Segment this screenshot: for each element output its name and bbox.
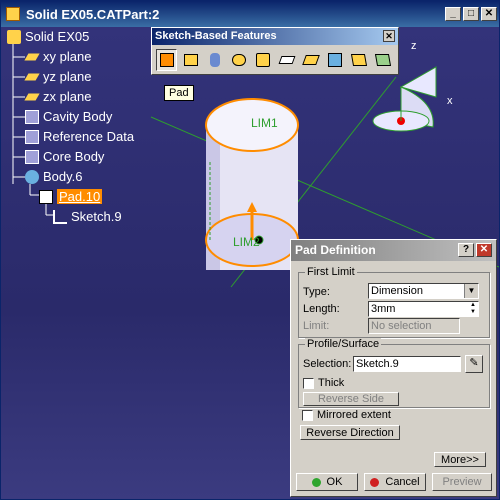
cancel-button[interactable]: Cancel	[364, 473, 426, 491]
first-limit-label: First Limit	[305, 266, 357, 278]
profile-surface-group: Profile/Surface Selection: Sketch.9 ✎ Th…	[298, 338, 490, 408]
tree-item-core-body[interactable]: Core Body	[25, 149, 104, 164]
rib-icon[interactable]	[276, 49, 297, 71]
sketcher-icon[interactable]: ✎	[465, 355, 483, 373]
type-value: Dimension	[371, 285, 423, 297]
reverse-side-button: Reverse Side	[303, 392, 399, 406]
ok-icon	[311, 477, 321, 487]
chevron-down-icon[interactable]: ▼	[464, 284, 478, 298]
close-button[interactable]: ✕	[481, 7, 497, 21]
tree-item-label: Body.6	[43, 169, 83, 184]
plane-icon	[24, 73, 40, 80]
length-value: 3mm	[371, 303, 396, 315]
ok-button[interactable]: OK	[296, 473, 358, 491]
length-field[interactable]: 3mm ▲ ▼	[368, 301, 479, 317]
shaft-icon[interactable]	[204, 49, 225, 71]
tree-item-body-6[interactable]: Body.6	[25, 169, 83, 184]
loft-icon[interactable]	[349, 49, 370, 71]
tree-item-xy-plane[interactable]: xy plane	[24, 49, 92, 64]
lim2-label[interactable]: LIM2	[233, 235, 260, 249]
window-title: Solid EX05.CATPart:2	[26, 6, 160, 22]
tree-item-reference-data[interactable]: Reference Data	[25, 129, 134, 144]
toolbar-icons	[152, 45, 398, 75]
catpart-icon	[6, 7, 20, 21]
body-icon	[25, 129, 39, 144]
tree-item-label: xy plane	[43, 49, 92, 64]
preview-button: Preview	[432, 473, 492, 491]
tree-item-label: yz plane	[43, 69, 92, 84]
tree-item-yz-plane[interactable]: yz plane	[24, 69, 92, 84]
toolbar-titlebar[interactable]: Sketch-Based Features ✕	[152, 28, 398, 45]
cancel-icon	[370, 477, 380, 487]
maximize-button[interactable]: □	[463, 7, 479, 21]
limit-field: No selection	[368, 318, 460, 334]
tree-item-label: Sketch.9	[71, 209, 122, 224]
mirrored-extent-label: Mirrored extent	[317, 409, 391, 421]
dialog-title: Pad Definition	[295, 243, 376, 257]
tree-item-pad-10[interactable]: Pad.10	[39, 189, 103, 204]
pad-icon	[39, 189, 53, 204]
sketch-icon	[53, 209, 67, 224]
tree-item-zx-plane[interactable]: zx plane	[24, 89, 92, 104]
stiffener-icon[interactable]	[325, 49, 346, 71]
pad-icon[interactable]	[156, 49, 178, 71]
body-icon	[25, 149, 39, 164]
catia-window: Solid EX05.CATPart:2 _ □ ✕ z x LIM1 LIM2…	[0, 0, 500, 500]
tree-item-cavity-body[interactable]: Cavity Body	[25, 109, 112, 124]
limit-label: Limit:	[303, 320, 330, 332]
thick-checkbox[interactable]	[303, 378, 314, 389]
dialog-titlebar[interactable]: Pad Definition ? ✕	[291, 240, 496, 261]
mirrored-extent-checkbox[interactable]	[302, 410, 313, 421]
plane-icon	[24, 53, 40, 60]
pad-tooltip: Pad	[164, 85, 194, 101]
axis-x-label: x	[447, 95, 453, 107]
part-icon	[7, 29, 21, 44]
tree-root[interactable]: Solid EX05	[7, 29, 89, 44]
pocket-icon[interactable]	[180, 49, 201, 71]
plane-icon	[24, 93, 40, 100]
toolbar-close-button[interactable]: ✕	[383, 30, 395, 42]
toolbar-title: Sketch-Based Features	[155, 30, 277, 42]
tree-item-label: Core Body	[43, 149, 105, 164]
ok-label: OK	[326, 476, 343, 488]
profile-surface-label: Profile/Surface	[305, 338, 382, 350]
window-titlebar[interactable]: Solid EX05.CATPart:2 _ □ ✕	[1, 1, 499, 27]
length-spinner[interactable]: ▲ ▼	[468, 302, 478, 316]
remove-loft-icon[interactable]	[373, 49, 394, 71]
selection-field[interactable]: Sketch.9	[353, 356, 461, 372]
first-limit-group: First Limit Type: Dimension ▼ Length: 3m…	[298, 266, 490, 338]
pad-definition-dialog: Pad Definition ? ✕ First Limit Type: Dim…	[290, 239, 497, 497]
lim1-label[interactable]: LIM1	[251, 116, 278, 130]
selection-label: Selection:	[303, 358, 352, 370]
type-select[interactable]: Dimension ▼	[368, 283, 479, 299]
tree-item-label: Reference Data	[43, 129, 135, 144]
tree-root-label: Solid EX05	[25, 29, 90, 44]
cancel-label: Cancel	[385, 476, 420, 488]
body-icon	[25, 109, 39, 124]
length-label: Length:	[303, 303, 340, 315]
body-gear-icon	[25, 169, 39, 184]
slot-icon[interactable]	[301, 49, 322, 71]
groove-icon[interactable]	[228, 49, 249, 71]
tree-item-label: Pad.10	[57, 189, 103, 204]
more-button[interactable]: More>>	[434, 452, 486, 467]
dialog-close-button[interactable]: ✕	[476, 243, 492, 257]
help-button[interactable]: ?	[458, 243, 474, 257]
hole-icon[interactable]	[252, 49, 273, 71]
tree-item-sketch-9[interactable]: Sketch.9	[53, 209, 122, 224]
type-label: Type:	[303, 286, 330, 298]
reverse-direction-button[interactable]: Reverse Direction	[300, 425, 400, 440]
sketch-based-features-toolbar[interactable]: Sketch-Based Features ✕	[151, 27, 399, 75]
thick-label: Thick	[318, 377, 345, 389]
axis-z-label: z	[411, 40, 417, 52]
minimize-button[interactable]: _	[445, 7, 461, 21]
tree-item-label: Cavity Body	[43, 109, 113, 124]
tree-item-label: zx plane	[43, 89, 92, 104]
